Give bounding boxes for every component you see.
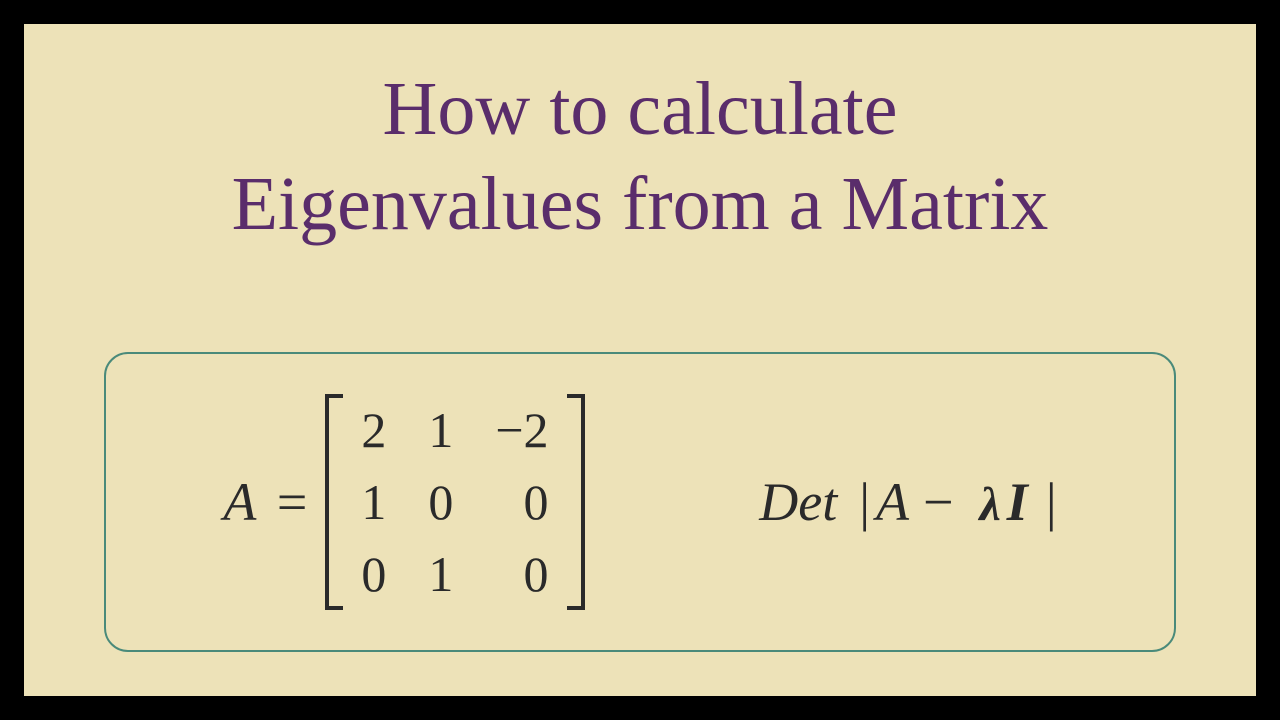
left-bracket-icon xyxy=(325,394,343,610)
bar-right: | xyxy=(1046,471,1057,533)
cell-1-1: 0 xyxy=(428,473,453,531)
matrix-symbol-A: A xyxy=(223,472,255,532)
cell-2-2: 0 xyxy=(495,545,548,603)
cell-0-2: −2 xyxy=(495,401,548,459)
slide-frame: How to calculate Eigenvalues from a Matr… xyxy=(24,24,1256,696)
determinant-expression: Det | A − λ I | xyxy=(759,471,1056,533)
formula-box: A = 2 1 −2 1 0 0 0 1 0 Det xyxy=(104,352,1176,652)
cell-1-0: 1 xyxy=(361,473,386,531)
cell-0-1: 1 xyxy=(428,401,453,459)
cell-2-0: 0 xyxy=(361,545,386,603)
title-line-2: Eigenvalues from a Matrix xyxy=(24,157,1256,252)
title-line-1: How to calculate xyxy=(24,62,1256,157)
matrix-grid: 2 1 −2 1 0 0 0 1 0 xyxy=(343,393,566,611)
minus-sign: − xyxy=(923,471,953,533)
bar-left: | xyxy=(859,471,870,533)
symbol-A: A xyxy=(876,471,909,533)
cell-0-0: 2 xyxy=(361,401,386,459)
symbol-I: I xyxy=(1007,471,1028,533)
cell-2-1: 1 xyxy=(428,545,453,603)
equals-sign: = xyxy=(277,472,307,532)
matrix-definition: A = 2 1 −2 1 0 0 0 1 0 xyxy=(223,393,584,611)
cell-1-2: 0 xyxy=(495,473,548,531)
slide-title: How to calculate Eigenvalues from a Matr… xyxy=(24,24,1256,252)
symbol-lambda: λ xyxy=(979,477,1000,532)
matrix-A: 2 1 −2 1 0 0 0 1 0 xyxy=(325,393,584,611)
right-bracket-icon xyxy=(567,394,585,610)
matrix-label: A = xyxy=(223,471,307,533)
det-label: Det xyxy=(759,471,837,533)
